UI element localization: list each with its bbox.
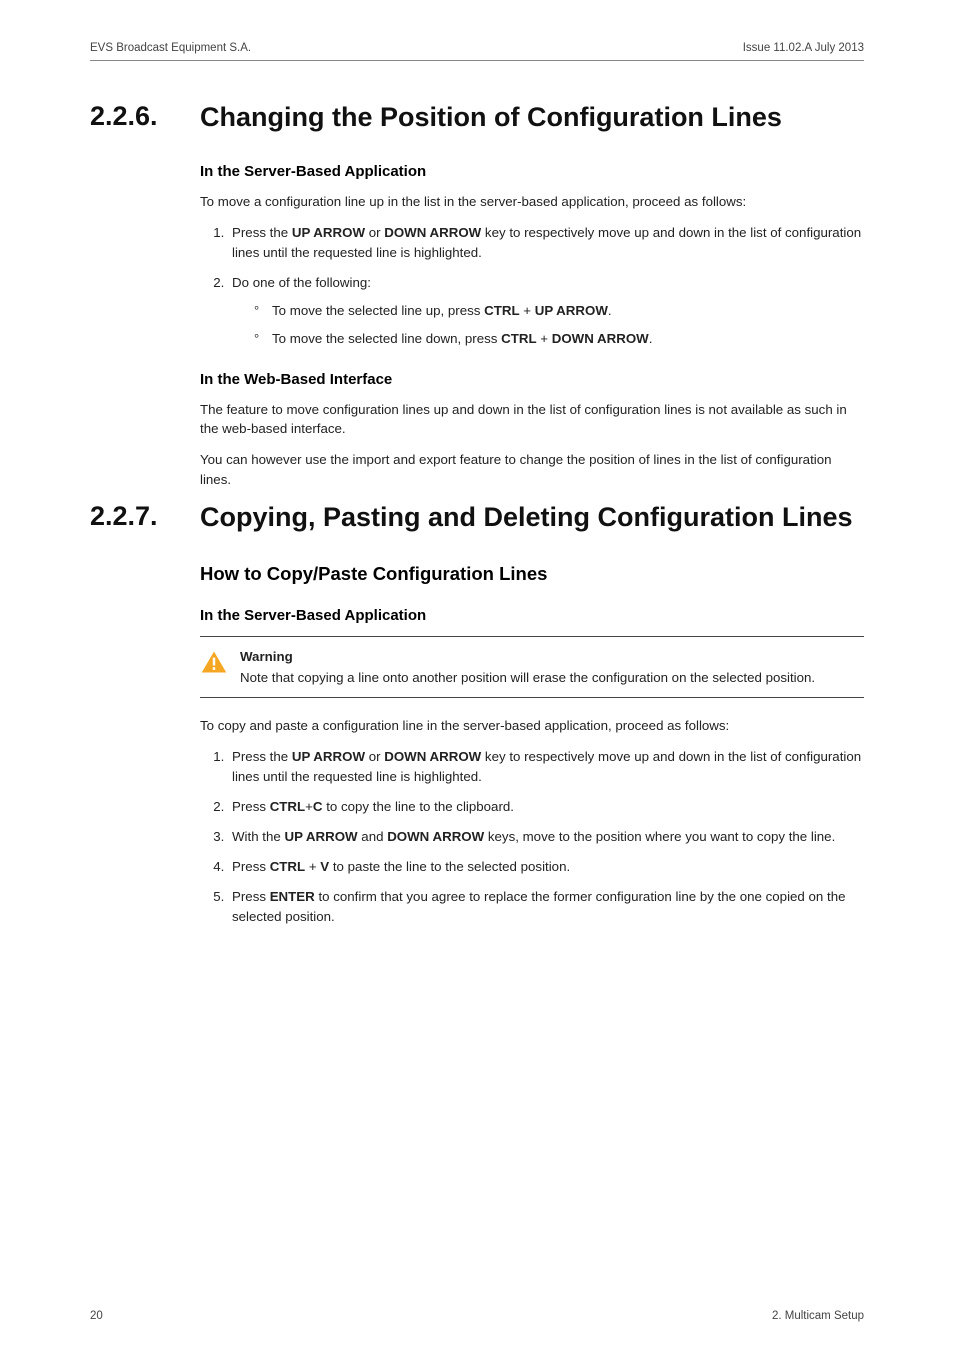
paragraph: You can however use the import and expor… <box>200 450 864 489</box>
list-item: Press ENTER to confirm that you agree to… <box>228 887 864 927</box>
header-right: Issue 11.02.A July 2013 <box>743 42 864 54</box>
section-number: 2.2.7. <box>90 501 200 535</box>
list-item: Press the UP ARROW or DOWN ARROW key to … <box>228 747 864 787</box>
list-item: Do one of the following:To move the sele… <box>228 273 864 349</box>
warning-icon <box>200 649 228 675</box>
list-item: Press CTRL + V to paste the line to the … <box>228 857 864 877</box>
section-content: In the Server-Based Application To move a… <box>200 163 864 489</box>
section-title: Changing the Position of Configuration L… <box>200 101 782 135</box>
page-footer: 20 2. Multicam Setup <box>90 1310 864 1322</box>
subheading: In the Server-Based Application <box>200 163 864 180</box>
warning-text: WarningNote that copying a line onto ano… <box>240 647 815 688</box>
sub-list: To move the selected line up, press CTRL… <box>232 301 864 349</box>
paragraph: The feature to move configuration lines … <box>200 400 864 439</box>
header-left: EVS Broadcast Equipment S.A. <box>90 42 251 54</box>
section-content: How to Copy/Paste Configuration Lines In … <box>200 563 864 927</box>
page: EVS Broadcast Equipment S.A. Issue 11.02… <box>0 0 954 1350</box>
list-item: Press CTRL+C to copy the line to the cli… <box>228 797 864 817</box>
section-number: 2.2.6. <box>90 101 200 135</box>
footer-chapter: 2. Multicam Setup <box>772 1310 864 1322</box>
footer-page-number: 20 <box>90 1310 103 1322</box>
section-title: Copying, Pasting and Deleting Configurat… <box>200 501 853 535</box>
section-heading: 2.2.7.Copying, Pasting and Deleting Conf… <box>90 501 864 535</box>
paragraph: To move a configuration line up in the l… <box>200 192 864 211</box>
warning-title: Warning <box>240 647 815 666</box>
section-heading: 2.2.6.Changing the Position of Configura… <box>90 101 864 135</box>
subheading: In the Web-Based Interface <box>200 371 864 388</box>
ordered-list: Press the UP ARROW or DOWN ARROW key to … <box>200 223 864 349</box>
sub-list-item: To move the selected line up, press CTRL… <box>254 301 864 321</box>
page-header: EVS Broadcast Equipment S.A. Issue 11.02… <box>90 42 864 61</box>
list-item: With the UP ARROW and DOWN ARROW keys, m… <box>228 827 864 847</box>
subheading: In the Server-Based Application <box>200 607 864 624</box>
subsection-heading: How to Copy/Paste Configuration Lines <box>200 563 864 585</box>
paragraph: To copy and paste a configuration line i… <box>200 716 864 735</box>
warning-box: WarningNote that copying a line onto ano… <box>200 636 864 699</box>
sub-list-item: To move the selected line down, press CT… <box>254 329 864 349</box>
list-item: Press the UP ARROW or DOWN ARROW key to … <box>228 223 864 263</box>
ordered-list: Press the UP ARROW or DOWN ARROW key to … <box>200 747 864 927</box>
